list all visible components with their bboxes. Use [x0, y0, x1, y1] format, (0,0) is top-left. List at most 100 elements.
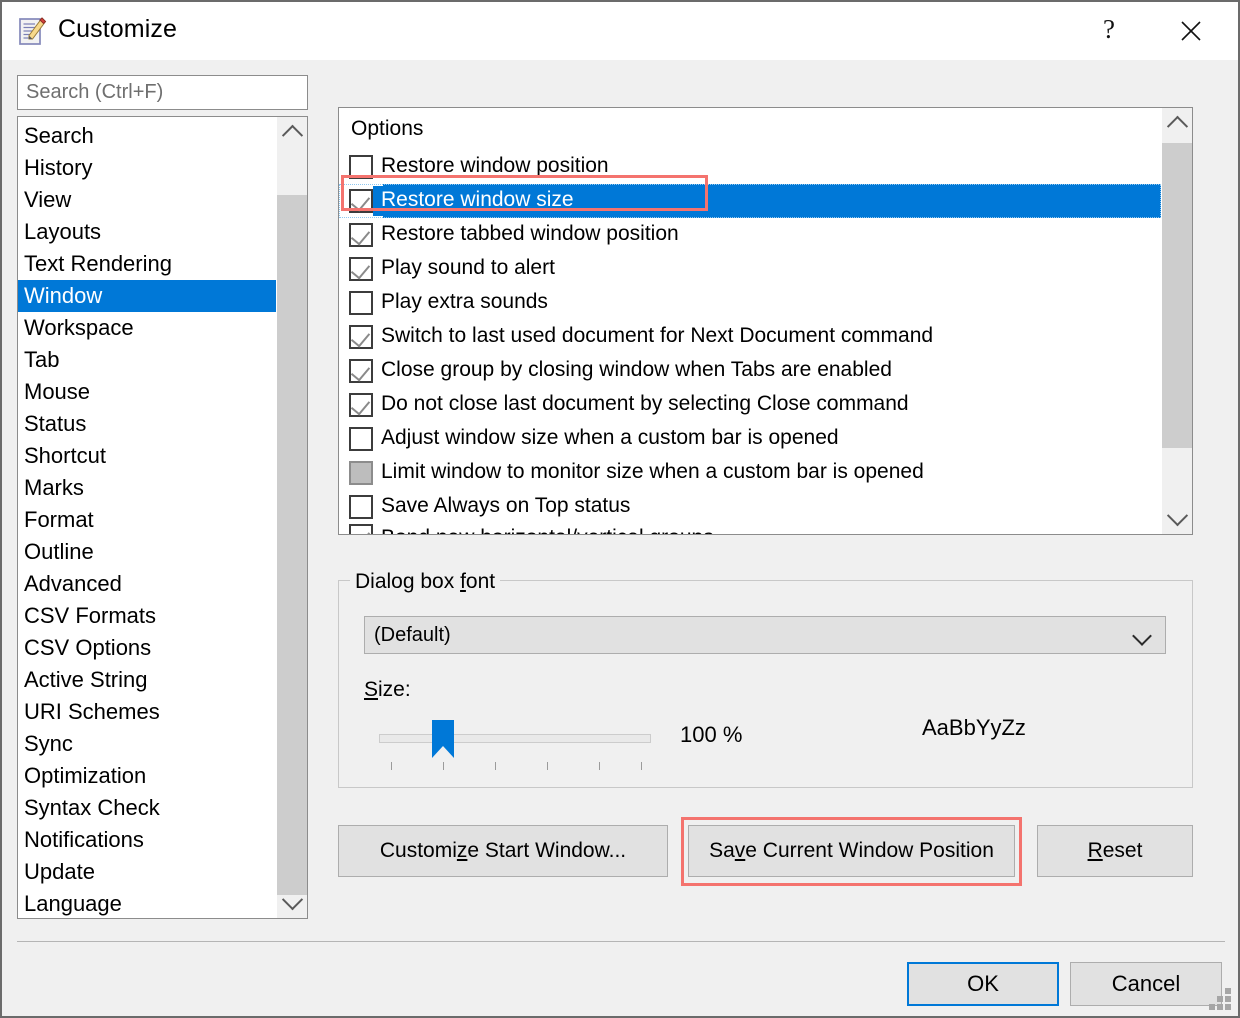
sidebar-item-tab[interactable]: Tab — [18, 344, 277, 376]
option-label: Restore window size — [373, 186, 578, 216]
option-label: Close group by closing window when Tabs … — [381, 358, 892, 381]
sidebar-item-language[interactable]: Language — [18, 888, 277, 918]
label-part1: Sa — [709, 839, 735, 862]
sidebar-item-window[interactable]: Window — [18, 280, 277, 312]
slider-track[interactable] — [379, 734, 651, 743]
scroll-down-button[interactable] — [1162, 503, 1192, 534]
sidebar-item-search[interactable]: Search — [18, 120, 277, 152]
size-label: Size: — [364, 678, 411, 702]
sidebar-item-workspace[interactable]: Workspace — [18, 312, 277, 344]
option-label: Play extra sounds — [381, 290, 548, 313]
option-row[interactable]: Bond new horizontal/vertical groups — [339, 524, 1161, 534]
sidebar-item-view[interactable]: View — [18, 184, 277, 216]
close-button[interactable] — [1152, 2, 1230, 60]
category-list-scrollbar[interactable] — [276, 117, 307, 918]
category-list[interactable]: Search History View Layouts Text Rendering Wi… — [17, 116, 308, 919]
sidebar-item-notifications[interactable]: Notifications — [18, 824, 277, 856]
option-label: Restore window position — [381, 154, 609, 177]
option-label: Do not close last document by selecting … — [381, 392, 909, 415]
scroll-up-button[interactable] — [277, 117, 307, 148]
checkbox-disabled-icon[interactable] — [349, 461, 373, 485]
checkbox-checked-icon[interactable] — [349, 257, 373, 281]
grip-dot — [1217, 996, 1223, 1002]
grip-dot — [1217, 1004, 1223, 1010]
search-input[interactable] — [17, 75, 308, 110]
options-list-scrollbar[interactable] — [1161, 108, 1192, 534]
checkbox-checked-icon[interactable] — [349, 325, 373, 349]
checkbox-unchecked-icon[interactable] — [349, 427, 373, 451]
sidebar-item-sync[interactable]: Sync — [18, 728, 277, 760]
option-row[interactable]: Adjust window size when a custom bar is … — [339, 422, 1161, 456]
slider-thumb-tip — [432, 746, 454, 758]
scroll-down-button[interactable] — [277, 887, 307, 918]
page-title: Customize — [58, 15, 177, 43]
scroll-up-button[interactable] — [1162, 108, 1192, 139]
checkbox-unchecked-icon[interactable] — [349, 495, 373, 519]
checkbox-checked-icon[interactable] — [349, 359, 373, 383]
checkbox-checked-icon[interactable] — [349, 189, 373, 213]
option-row[interactable]: Play sound to alert — [339, 252, 1161, 286]
sidebar-item-status[interactable]: Status — [18, 408, 277, 440]
sidebar-item-layouts[interactable]: Layouts — [18, 216, 277, 248]
label-part1: Customi — [379, 839, 457, 862]
option-label: Restore tabbed window position — [381, 222, 679, 245]
option-row[interactable]: Play extra sounds — [339, 286, 1161, 320]
grip-dot — [1225, 996, 1231, 1002]
sidebar-item-mouse[interactable]: Mouse — [18, 376, 277, 408]
option-row[interactable]: Do not close last document by selecting … — [339, 388, 1161, 422]
ok-button[interactable]: OK — [907, 962, 1059, 1006]
scrollbar-thumb[interactable] — [1162, 143, 1192, 448]
sidebar-item-active-string[interactable]: Active String — [18, 664, 277, 696]
label-part2: e Start Window... — [467, 839, 627, 862]
chevron-down-icon — [281, 889, 304, 911]
option-label: Bond new horizontal/vertical groups — [373, 524, 718, 534]
footer-separator — [17, 941, 1225, 942]
option-row[interactable]: Restore window position — [339, 150, 1161, 184]
sidebar-item-text-rendering[interactable]: Text Rendering — [18, 248, 277, 280]
option-row[interactable]: Close group by closing window when Tabs … — [339, 354, 1161, 388]
checkbox-checked-icon[interactable] — [349, 223, 373, 247]
help-button[interactable]: ? — [1070, 2, 1148, 60]
option-row[interactable]: Limit window to monitor size when a cust… — [339, 456, 1161, 490]
checkbox-unchecked-icon[interactable] — [349, 291, 373, 315]
option-row[interactable]: Switch to last used document for Next Do… — [339, 320, 1161, 354]
option-row[interactable]: Restore tabbed window position — [339, 218, 1161, 252]
checkbox-unchecked-icon[interactable] — [349, 155, 373, 179]
sidebar-item-syntax-check[interactable]: Syntax Check — [18, 792, 277, 824]
option-row[interactable]: Save Always on Top status — [339, 490, 1161, 524]
label-mnemonic: v — [734, 839, 746, 862]
sidebar-item-outline[interactable]: Outline — [18, 536, 277, 568]
font-size-value: 100 % — [680, 722, 743, 747]
font-preview-sample: AaBbYyZz — [922, 715, 1026, 740]
sidebar-item-csv-formats[interactable]: CSV Formats — [18, 600, 277, 632]
slider-thumb[interactable] — [432, 720, 454, 758]
chevron-up-icon — [281, 124, 304, 146]
resize-grip[interactable] — [1209, 988, 1231, 1010]
sidebar-item-history[interactable]: History — [18, 152, 277, 184]
sidebar-item-marks[interactable]: Marks — [18, 472, 277, 504]
option-row[interactable]: Restore window size — [339, 184, 1161, 218]
reset-button[interactable]: Reset — [1037, 825, 1193, 877]
save-current-window-position-button[interactable]: Sa v e Current Window Position — [688, 825, 1015, 877]
options-list-panel[interactable]: Options Restore window position Restore w… — [338, 107, 1193, 535]
dialog-font-combobox[interactable]: (Default) — [364, 616, 1166, 654]
cancel-button[interactable]: Cancel — [1070, 962, 1222, 1006]
sidebar-item-csv-options[interactable]: CSV Options — [18, 632, 277, 664]
grip-dot — [1209, 1004, 1215, 1010]
checkbox-checked-icon[interactable] — [349, 393, 373, 417]
sidebar-item-format[interactable]: Format — [18, 504, 277, 536]
sidebar-item-uri-schemes[interactable]: URI Schemes — [18, 696, 277, 728]
chevron-up-icon — [1166, 115, 1189, 137]
slider-tick — [641, 762, 642, 770]
sidebar-item-update[interactable]: Update — [18, 856, 277, 888]
legend-text-part2: ont — [465, 570, 496, 593]
sidebar-item-advanced[interactable]: Advanced — [18, 568, 277, 600]
font-size-slider[interactable] — [379, 720, 651, 772]
scrollbar-thumb[interactable] — [277, 195, 307, 895]
sidebar-item-shortcut[interactable]: Shortcut — [18, 440, 277, 472]
customize-start-window-button[interactable]: Customi z e Start Window... — [338, 825, 668, 877]
option-label: Save Always on Top status — [381, 494, 631, 517]
checkbox-checked-icon[interactable] — [349, 524, 373, 534]
sidebar-item-optimization[interactable]: Optimization — [18, 760, 277, 792]
slider-tick — [391, 762, 392, 770]
